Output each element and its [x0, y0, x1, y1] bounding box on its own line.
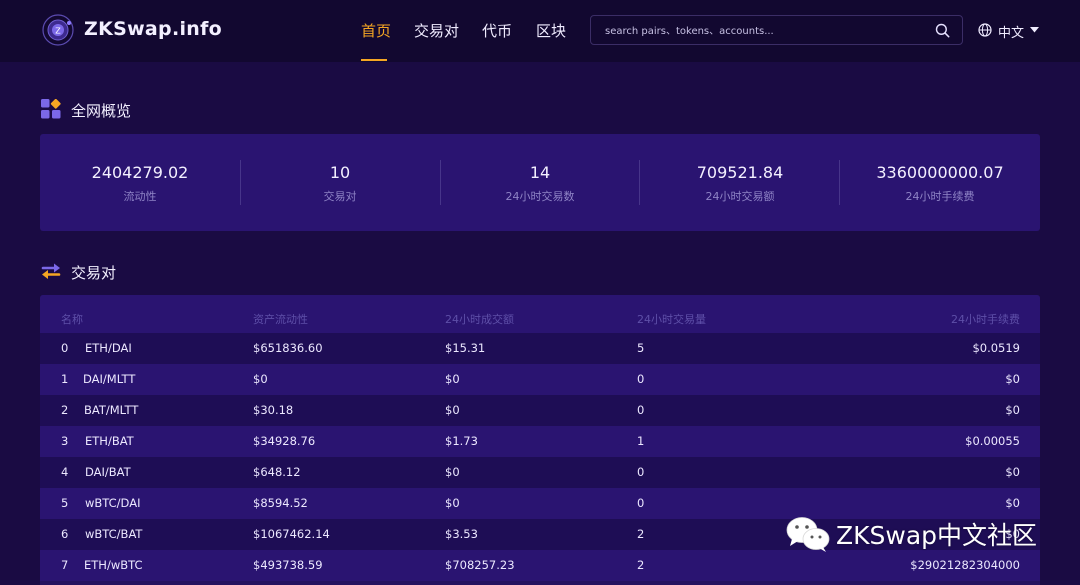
pair-liquidity: $8594.52	[253, 496, 308, 510]
stat-label: 24小时交易数	[505, 190, 575, 203]
stat-24h-fees: 3360000000.07 24小时手续费	[840, 134, 1040, 231]
column-header-24h-tx-count[interactable]: 24小时交易量	[637, 311, 706, 327]
pair-24h-fee: $29021282304000	[910, 558, 1020, 572]
stat-24h-tx-count: 14 24小时交易数	[440, 134, 640, 231]
table-row[interactable]: 3 ETH/BAT $34928.76 $1.73 1 $0.00055	[40, 426, 1040, 457]
stat-pairs: 10 交易对	[240, 134, 440, 231]
stat-value: 709521.84	[696, 163, 784, 182]
pair-24h-volume: $0	[445, 465, 460, 479]
pairs-title: 交易对	[71, 264, 117, 282]
pair-24h-fee: $0.00055	[965, 434, 1020, 448]
overview-grid-icon	[41, 99, 61, 119]
stat-value: 10	[329, 163, 351, 182]
pair-24h-fee: $0	[1005, 465, 1020, 479]
pair-24h-volume: $0	[445, 372, 460, 386]
pair-24h-fee: $0	[1005, 403, 1020, 417]
table-row[interactable]: 7 ETH/wBTC $493738.59 $708257.23 2 $2902…	[40, 550, 1040, 581]
pair-liquidity: $493738.59	[253, 558, 323, 572]
table-row[interactable]: 2 BAT/MLTT $30.18 $0 0 $0	[40, 395, 1040, 426]
pair-24h-tx-count: 0	[637, 465, 645, 479]
search-input[interactable]	[603, 20, 927, 42]
column-header-24h-volume[interactable]: 24小时成交额	[445, 311, 514, 327]
pair-liquidity: $34928.76	[253, 434, 316, 448]
pair-24h-tx-count: 0	[637, 403, 645, 417]
pair-liquidity: $648.12	[253, 465, 301, 479]
pair-name-link[interactable]: ETH/wBTC	[84, 558, 143, 572]
brand-name[interactable]: ZKSwap.info	[84, 18, 222, 40]
pair-24h-volume: $708257.23	[445, 558, 515, 572]
search-box	[590, 15, 963, 45]
pair-name-link[interactable]: BAT/MLTT	[84, 403, 138, 417]
nav-pairs[interactable]: 交易对	[414, 20, 459, 41]
zkswap-logo-icon[interactable]: Z	[42, 14, 74, 46]
pair-name-link[interactable]: ETH/BAT	[85, 434, 134, 448]
row-index: 7	[61, 558, 69, 572]
pair-24h-tx-count: 2	[637, 558, 645, 572]
table-row[interactable]: 5 wBTC/DAI $8594.52 $0 0 $0	[40, 488, 1040, 519]
row-index: 0	[61, 341, 69, 355]
pair-liquidity: $0	[253, 372, 268, 386]
column-header-24h-fees[interactable]: 24小时手续费	[951, 311, 1020, 327]
pair-liquidity: $1067462.14	[253, 527, 330, 541]
pair-24h-volume: $15.31	[445, 341, 486, 355]
stat-label: 交易对	[323, 190, 357, 203]
top-navbar: Z ZKSwap.info 首页 交易对 代币 区块 中文	[0, 0, 1080, 62]
pair-name-link[interactable]: wBTC/DAI	[85, 496, 140, 510]
column-header-name[interactable]: 名称	[61, 311, 83, 327]
stat-label: 24小时交易额	[705, 190, 775, 203]
overview-stats-panel: 2404279.02 流动性 10 交易对 14 24小时交易数 709521.…	[40, 134, 1040, 231]
table-header: 名称 资产流动性 24小时成交额 24小时交易量 24小时手续费	[40, 295, 1040, 333]
stat-value: 3360000000.07	[876, 163, 1004, 182]
nav-tokens[interactable]: 代币	[482, 20, 512, 41]
stat-label: 流动性	[123, 190, 157, 203]
globe-icon	[978, 23, 992, 37]
pair-liquidity: $30.18	[253, 403, 294, 417]
pair-24h-fee: $0.0519	[972, 341, 1020, 355]
nav-home[interactable]: 首页	[361, 20, 391, 41]
language-label: 中文	[998, 26, 1025, 41]
column-header-liquidity[interactable]: 资产流动性	[253, 311, 308, 327]
stat-label: 24小时手续费	[905, 190, 975, 203]
pair-name-link[interactable]: wBTC/BAT	[85, 527, 142, 541]
pair-24h-tx-count: 5	[637, 341, 645, 355]
pair-24h-tx-count: 1	[637, 434, 645, 448]
watermark-text: ZKSwap中文社区	[836, 521, 1038, 550]
stat-value: 2404279.02	[91, 163, 189, 182]
overview-title: 全网概览	[71, 102, 132, 120]
pair-24h-fee: $0	[1005, 496, 1020, 510]
row-index: 1	[61, 372, 69, 386]
row-index: 5	[61, 496, 69, 510]
nav-blocks[interactable]: 区块	[536, 20, 566, 41]
wechat-icon	[786, 517, 830, 552]
pair-name-link[interactable]: DAI/MLTT	[83, 372, 135, 386]
nav-active-indicator	[361, 59, 387, 61]
pair-24h-volume: $1.73	[445, 434, 478, 448]
pair-liquidity: $651836.60	[253, 341, 323, 355]
row-index: 2	[61, 403, 69, 417]
pair-24h-fee: $0	[1005, 372, 1020, 386]
table-row[interactable]: 1 DAI/MLTT $0 $0 0 $0	[40, 364, 1040, 395]
swap-arrows-icon	[41, 263, 61, 279]
pair-24h-volume: $0	[445, 403, 460, 417]
pair-24h-volume: $3.53	[445, 527, 478, 541]
stat-value: 14	[529, 163, 551, 182]
pair-name-link[interactable]: ETH/DAI	[85, 341, 132, 355]
chevron-down-icon	[1030, 27, 1039, 33]
stat-24h-volume: 709521.84 24小时交易额	[640, 134, 840, 231]
pair-24h-tx-count: 2	[637, 527, 645, 541]
pair-24h-tx-count: 0	[637, 496, 645, 510]
row-index: 4	[61, 465, 69, 479]
table-row[interactable]: 0 ETH/DAI $651836.60 $15.31 5 $0.0519	[40, 333, 1040, 364]
row-index: 6	[61, 527, 69, 541]
pair-24h-tx-count: 0	[637, 372, 645, 386]
table-row[interactable]: 4 DAI/BAT $648.12 $0 0 $0	[40, 457, 1040, 488]
row-index: 3	[61, 434, 69, 448]
search-icon[interactable]	[935, 23, 950, 38]
svg-text:Z: Z	[55, 27, 61, 36]
pair-name-link[interactable]: DAI/BAT	[85, 465, 131, 479]
pair-24h-volume: $0	[445, 496, 460, 510]
stat-liquidity: 2404279.02 流动性	[40, 134, 240, 231]
